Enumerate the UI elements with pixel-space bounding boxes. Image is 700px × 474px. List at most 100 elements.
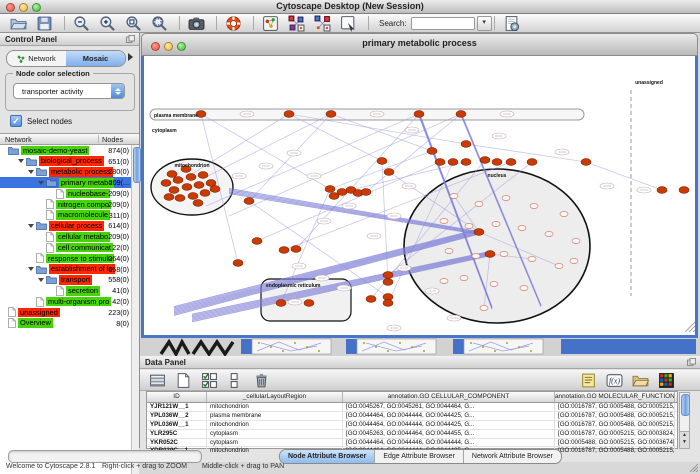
annotation-tool-icon[interactable]	[340, 15, 357, 32]
network-edge[interactable]	[330, 151, 432, 189]
background-window-thumbnail[interactable]	[241, 339, 331, 354]
network-node[interactable]	[461, 159, 471, 166]
column-header-molecular-function[interactable]: annotation.GO MOLECULAR_FUNCTION	[555, 392, 675, 402]
zoom-fit-icon[interactable]	[151, 15, 168, 32]
table-cell[interactable]: mitochondrion	[207, 403, 343, 411]
table-cell[interactable]: [GO:0016787, GO:0005488, GO:0005215, G..…	[555, 412, 675, 420]
network-edge[interactable]	[586, 162, 662, 190]
column-header-id[interactable]: ID	[147, 392, 207, 402]
network-node[interactable]	[200, 190, 210, 197]
column-divider[interactable]	[98, 135, 99, 143]
tree-item-mosaic-demo-yeast[interactable]: mosaic-demo-yeast874(0)	[0, 145, 139, 156]
network-node[interactable]	[326, 111, 336, 118]
table-cell[interactable]: [GO:0005488, GO:0005215, GO:0003674]	[555, 439, 675, 447]
table-cell[interactable]: [GO:0045263, GO:0044464, GO:0044455, G..…	[343, 430, 555, 438]
column-header-region[interactable]: _cellularLayoutRegion	[207, 392, 343, 402]
table-row[interactable]: YJR121W__1mitochondrion[GO:0045267, GO:0…	[147, 403, 677, 412]
table-cell[interactable]: cytoplasm	[207, 439, 343, 447]
network-node[interactable]	[492, 159, 502, 166]
table-row[interactable]: YKR052Ccytoplasm[GO:0044464, GO:0044446,…	[147, 439, 677, 448]
tree-item-cellular-metabo[interactable]: cellular metabo209(0)	[0, 231, 139, 242]
tree-item-metabolic-process[interactable]: metabolic process280(0)	[0, 167, 139, 178]
search-input[interactable]	[411, 17, 475, 30]
network-node[interactable]	[173, 177, 183, 184]
network-node[interactable]	[414, 111, 424, 118]
network-node[interactable]	[329, 193, 339, 200]
layout-network-b-icon[interactable]	[314, 15, 331, 32]
table-cell[interactable]: mitochondrion	[207, 421, 343, 429]
zoom-in-icon[interactable]	[99, 15, 116, 32]
network-node[interactable]	[435, 159, 445, 166]
table-cell[interactable]: plasma membrane	[207, 412, 343, 420]
network-node-nucleus[interactable]	[490, 281, 498, 286]
network-node[interactable]	[581, 159, 591, 166]
network-node[interactable]	[188, 193, 198, 200]
table-cell[interactable]: [GO:0016787, GO:0005488, GO:0005215, G..…	[555, 421, 675, 429]
network-node[interactable]	[383, 300, 393, 307]
search-dropdown-button[interactable]: ▾	[477, 16, 492, 31]
network-node[interactable]	[210, 186, 220, 193]
tree-item-macromolecule[interactable]: macromolecule311(0)	[0, 210, 139, 221]
tree-item-biological-process[interactable]: biological_process651(0)	[0, 156, 139, 167]
network-node[interactable]	[325, 186, 335, 193]
network-node[interactable]	[182, 184, 192, 191]
expand-arrow-icon[interactable]	[18, 159, 24, 163]
network-node-nucleus[interactable]	[492, 221, 500, 226]
network-node[interactable]	[276, 300, 286, 307]
expand-arrow-icon[interactable]	[28, 170, 34, 174]
network-node[interactable]	[480, 157, 490, 164]
network-node[interactable]	[167, 171, 177, 178]
expand-arrow-icon[interactable]	[38, 278, 44, 282]
network-node[interactable]	[252, 238, 262, 245]
network-node[interactable]	[461, 141, 471, 148]
network-node-nucleus[interactable]	[560, 211, 568, 216]
network-node[interactable]	[506, 159, 516, 166]
expand-arrow-icon[interactable]	[28, 224, 34, 228]
table-cell[interactable]: YPL036W__2	[147, 412, 207, 420]
network-node-nucleus[interactable]	[475, 201, 483, 206]
color-matrix-icon[interactable]	[658, 372, 675, 389]
tree-item-unassigned[interactable]: unassigned223(0)	[0, 307, 139, 318]
network-node-nucleus[interactable]	[530, 203, 538, 208]
network-node[interactable]	[164, 194, 174, 201]
expand-arrow-icon[interactable]	[28, 267, 34, 271]
network-node[interactable]	[198, 172, 208, 179]
tree-scrollbar[interactable]	[131, 145, 139, 474]
tree-scrollbar-thumb[interactable]	[133, 147, 141, 183]
tree-item-primary-metabo[interactable]: primary metabo209(...	[0, 177, 139, 188]
network-node[interactable]	[161, 180, 171, 187]
node-color-combobox[interactable]: transporter activity	[13, 83, 125, 99]
network-node[interactable]	[304, 300, 314, 307]
tree-item-nucleobase-[interactable]: nucleobase-209(0)	[0, 188, 139, 199]
tree-item-overview[interactable]: Overview8(0)	[0, 318, 139, 329]
network-node[interactable]	[186, 174, 196, 181]
network-node-nucleus[interactable]	[440, 218, 448, 223]
table-cell[interactable]: [GO:0044464, GO:0044444, GO:0044425, G..…	[343, 412, 555, 420]
select-nodes-checkbox[interactable]: ✓	[10, 115, 22, 127]
table-cell[interactable]: [GO:0044464, GO:0044444, GO:0044425, G..…	[343, 421, 555, 429]
network-node[interactable]	[366, 296, 376, 303]
table-row[interactable]: YPL036W__2plasma membrane[GO:0044464, GO…	[147, 412, 677, 421]
background-window-thumbnail[interactable]	[346, 339, 436, 354]
tab-network[interactable]: Network	[7, 51, 66, 66]
tree-item-multi-organism-pro[interactable]: multi-organism pro42(0)	[0, 296, 139, 307]
tree-item-transport[interactable]: transport558(0)	[0, 275, 139, 286]
table-cell[interactable]: [GO:0016787, GO:0005488, GO:0005215, G..…	[555, 447, 675, 455]
network-node-nucleus[interactable]	[520, 285, 528, 290]
table-cell[interactable]: YLR295C	[147, 430, 207, 438]
network-node-nucleus[interactable]	[518, 225, 526, 230]
new-attribute-icon[interactable]	[175, 372, 192, 389]
window-titlebar[interactable]: Cytoscape Desktop (New Session)	[0, 0, 700, 14]
table-scrollbar-thumb[interactable]	[681, 394, 690, 416]
tab-mosaic[interactable]: Mosaic	[66, 51, 125, 66]
tree-item-response-to-stimulu[interactable]: response to stimulu264(0)	[0, 253, 139, 264]
attribute-batch-icon[interactable]	[149, 372, 166, 389]
network-node[interactable]	[193, 200, 203, 207]
network-node[interactable]	[679, 187, 689, 194]
import-network-icon[interactable]	[503, 15, 520, 32]
network-node-nucleus[interactable]	[450, 193, 458, 198]
network-edge[interactable]	[289, 114, 382, 161]
tabs-overflow-button[interactable]	[128, 53, 133, 61]
tree-item-cellular-process[interactable]: cellular process614(0)	[0, 221, 139, 232]
network-graph[interactable]: plasma membranecytoplasmmitochondrionnuc…	[144, 56, 695, 335]
